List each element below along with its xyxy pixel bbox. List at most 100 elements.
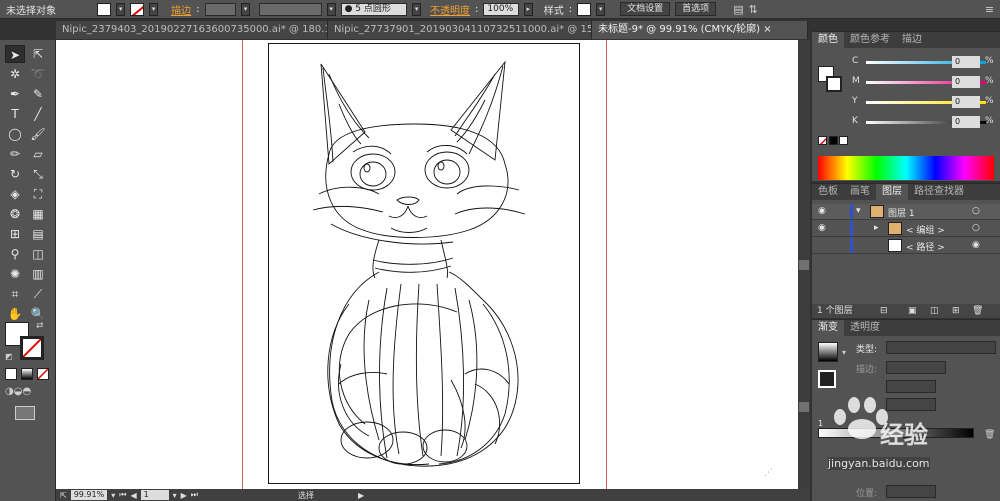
ellipse-tool-icon[interactable]: ◯ <box>5 125 25 143</box>
opacity-dropdown[interactable]: ▸ <box>523 2 533 16</box>
eyedropper-tool-icon[interactable]: ⚲ <box>5 245 25 263</box>
expand-icon[interactable]: ▸ <box>874 223 879 233</box>
fill-stroke-mini-icon[interactable] <box>818 370 836 388</box>
tab-swatches[interactable]: 色板 <box>812 184 844 200</box>
eye-icon[interactable]: ◉ <box>818 206 826 216</box>
slice-tool-icon[interactable]: ⟋ <box>28 285 48 303</box>
none-mode-icon[interactable] <box>37 368 49 380</box>
magenta-slider[interactable]: M 0 % <box>852 76 998 90</box>
panel-stroke-swatch[interactable] <box>826 76 842 92</box>
target-icon[interactable]: ○ <box>972 223 980 233</box>
magenta-value[interactable]: 0 <box>952 76 980 88</box>
warp-tool-icon[interactable]: ◈ <box>5 185 25 203</box>
tab-stroke[interactable]: 描边 <box>896 32 928 48</box>
draw-mode-icon[interactable]: ◑◒◓ <box>5 386 31 397</box>
hand-tool-icon[interactable]: ✋ <box>5 305 25 323</box>
align-icon[interactable]: ⇅ <box>749 3 758 16</box>
artboard-tool-icon[interactable]: ⌗ <box>5 285 25 303</box>
yellow-value[interactable]: 0 <box>952 96 980 108</box>
fill-swatch[interactable] <box>97 2 112 16</box>
doc-setup-button[interactable]: 文档设置 <box>620 2 671 16</box>
line-tool-icon[interactable]: ╱ <box>28 105 48 123</box>
shape-builder-tool-icon[interactable]: ❂ <box>5 205 25 223</box>
free-transform-tool-icon[interactable]: ⛶ <box>28 185 48 203</box>
tab-layers[interactable]: 图层 <box>876 184 908 200</box>
page-dropdown-icon[interactable]: ▾ <box>173 491 177 500</box>
black-value[interactable]: 0 <box>952 116 980 128</box>
default-colors-icon[interactable]: ◩ <box>5 352 13 361</box>
swap-fill-stroke-icon[interactable]: ⇄ <box>36 321 44 331</box>
scale-tool-icon[interactable]: ⤡ <box>28 165 48 183</box>
tab-gradient[interactable]: 渐变 <box>812 320 844 336</box>
preferences-button[interactable]: 首选项 <box>675 2 717 16</box>
tab-brushes[interactable]: 画笔 <box>844 184 876 200</box>
artboard[interactable] <box>268 43 580 484</box>
gradient-type-select[interactable] <box>886 341 996 354</box>
new-layer-icon[interactable]: ⊞ <box>952 304 960 318</box>
arrange-icon[interactable]: ▤ <box>733 3 743 16</box>
black-slider[interactable]: K 0 % <box>852 116 998 130</box>
fill-dropdown[interactable]: ▾ <box>116 2 126 16</box>
make-clipping-mask-icon[interactable]: ▣ <box>908 304 917 318</box>
color-mode-icon[interactable] <box>5 368 17 380</box>
first-page-icon[interactable]: ⏮ <box>119 490 126 500</box>
prev-page-icon[interactable]: ◀ <box>130 491 136 500</box>
gradient-stroke-options[interactable] <box>886 361 946 374</box>
gradient-preview-dropdown-icon[interactable]: ▾ <box>842 348 846 357</box>
panel-menu-icon[interactable]: ≡ <box>985 3 994 16</box>
doc-tab-3[interactable]: 未标题-9* @ 99.91% (CMYK/轮廓) × <box>592 21 808 39</box>
style-dropdown[interactable]: ▾ <box>596 2 606 16</box>
opacity-label[interactable]: 不透明度 <box>430 2 470 17</box>
close-icon[interactable]: × <box>763 24 771 35</box>
brush-field[interactable]: ● 5 点圆形 <box>340 2 408 16</box>
canvas-vertical-scrollbar[interactable] <box>798 40 810 489</box>
curvature-tool-icon[interactable]: ✎ <box>28 85 48 103</box>
scroll-thumb-top[interactable] <box>799 260 809 270</box>
gradient-mode-icon[interactable] <box>21 368 33 380</box>
column-graph-tool-icon[interactable]: ▥ <box>28 265 48 283</box>
symbol-sprayer-tool-icon[interactable]: ✺ <box>5 265 25 283</box>
pencil-tool-icon[interactable]: ✏ <box>5 145 25 163</box>
variable-width-field[interactable] <box>258 2 322 16</box>
cyan-value[interactable]: 0 <box>952 56 980 68</box>
pen-tool-icon[interactable]: ✒ <box>5 85 25 103</box>
resize-grip-icon[interactable]: ⋰ <box>764 468 773 478</box>
type-tool-icon[interactable]: T <box>5 105 25 123</box>
stroke-weight-dropdown[interactable]: ▾ <box>241 2 250 16</box>
doc-tab-1[interactable]: Nipic_2379403_20190227163600735000.ai* @… <box>56 21 328 39</box>
paintbrush-tool-icon[interactable]: 🖌 <box>28 125 48 143</box>
tab-pathfinder[interactable]: 路径查找器 <box>908 184 970 200</box>
white-swatch[interactable] <box>839 136 848 145</box>
eraser-tool-icon[interactable]: ▱ <box>28 145 48 163</box>
stroke-color-icon[interactable] <box>20 336 44 360</box>
stroke-weight-field[interactable] <box>204 2 236 16</box>
selection-tool-icon[interactable]: ➤ <box>5 45 25 63</box>
tab-transparency[interactable]: 透明度 <box>844 320 886 336</box>
doc-tab-2[interactable]: Nipic_27737901_20190304110732511000.ai* … <box>328 21 592 39</box>
gradient-tool-icon[interactable]: ▤ <box>28 225 48 243</box>
locate-object-icon[interactable]: ⊟ <box>880 304 888 318</box>
delete-icon[interactable]: 🗑 <box>972 304 983 318</box>
stroke-swatch[interactable] <box>130 2 145 16</box>
tab-color[interactable]: 颜色 <box>812 32 844 48</box>
lasso-tool-icon[interactable]: ➰ <box>28 65 48 83</box>
zoom-field[interactable]: 99.91% <box>70 490 108 500</box>
cyan-slider[interactable]: C 0 % <box>852 56 998 70</box>
next-page-icon[interactable]: ▶ <box>181 491 187 500</box>
black-swatch[interactable] <box>829 136 838 145</box>
color-spectrum[interactable] <box>818 156 994 180</box>
variable-width-dropdown[interactable]: ▾ <box>326 2 336 16</box>
stroke-dropdown[interactable]: ▾ <box>149 2 159 16</box>
artboard-nav-icon[interactable]: ⇱ <box>60 491 67 500</box>
screen-mode-icon[interactable] <box>15 406 35 420</box>
rotate-tool-icon[interactable]: ↻ <box>5 165 25 183</box>
brush-dropdown[interactable]: ▾ <box>412 2 422 16</box>
yellow-slider[interactable]: Y 0 % <box>852 96 998 110</box>
status-arrow-icon[interactable]: ▶ <box>358 491 364 500</box>
canvas[interactable]: ⋰ <box>56 40 798 489</box>
stroke-label[interactable]: 描边 <box>171 2 191 17</box>
tab-color-guide[interactable]: 颜色参考 <box>844 32 896 48</box>
style-swatch[interactable] <box>577 2 592 16</box>
target-icon[interactable]: ◉ <box>972 240 980 250</box>
zoom-dropdown-icon[interactable]: ▾ <box>111 491 115 500</box>
